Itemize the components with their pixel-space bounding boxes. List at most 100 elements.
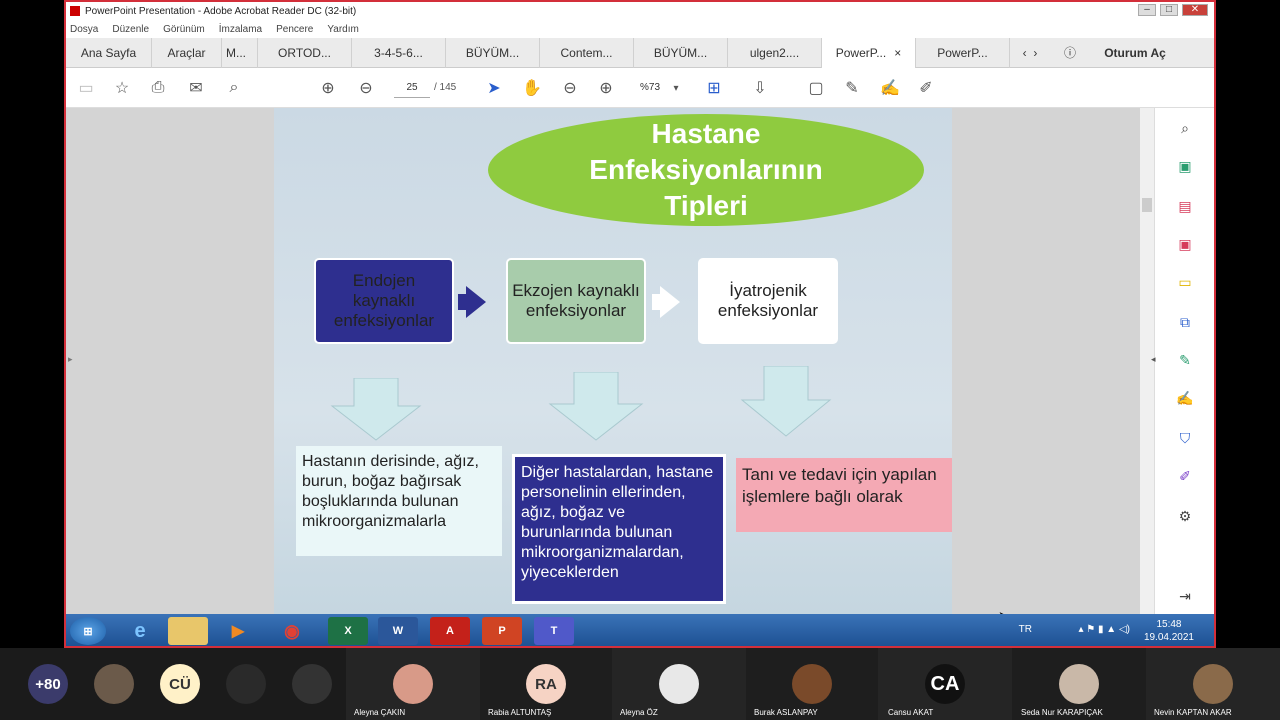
tab-tools[interactable]: Araçlar xyxy=(152,37,222,68)
tab-doc[interactable]: BÜYÜM... xyxy=(634,37,728,68)
fill-sign-icon[interactable]: ✐ xyxy=(916,78,936,98)
acrobat-taskbar-icon[interactable]: A xyxy=(430,617,470,645)
tab-doc[interactable]: BÜYÜM... xyxy=(446,37,540,68)
zoom-search-icon[interactable]: ⌕ xyxy=(1175,118,1195,138)
tab-label: Contem... xyxy=(560,45,613,60)
fill-sign-tool-icon[interactable]: ✍ xyxy=(1175,388,1195,408)
chevron-left-icon[interactable]: ‹ xyxy=(1023,46,1027,60)
chrome-icon[interactable]: ◉ xyxy=(272,617,312,645)
file-explorer-icon[interactable] xyxy=(168,617,208,645)
tab-doc[interactable]: 3-4-5-6... xyxy=(352,37,446,68)
export-pdf-icon[interactable]: ▣ xyxy=(1175,156,1195,176)
tab-label: BÜYÜM... xyxy=(465,45,520,60)
chevron-right-icon[interactable]: › xyxy=(1033,46,1037,60)
hand-tool-icon[interactable]: ✋ xyxy=(522,78,542,98)
zoom-dropdown[interactable]: %73 xyxy=(640,82,660,93)
internet-explorer-icon[interactable]: e xyxy=(120,617,160,645)
avatar xyxy=(393,664,433,704)
collapse-panel-icon[interactable]: ◂ xyxy=(1151,354,1156,365)
print-icon[interactable]: ⎙ xyxy=(148,78,168,98)
tab-scroll[interactable]: ‹ › xyxy=(1010,38,1050,68)
combine-files-icon[interactable]: ⧉ xyxy=(1175,312,1195,332)
zoom-out-icon[interactable]: ⊖ xyxy=(560,78,580,98)
tab-doc[interactable]: Contem... xyxy=(540,37,634,68)
tab-home[interactable]: Ana Sayfa xyxy=(66,37,152,68)
participant-tile[interactable] xyxy=(92,648,136,720)
avatar-initials: RA xyxy=(526,664,566,704)
maximize-button[interactable]: □ xyxy=(1160,4,1178,16)
slide-title-line1: Hastane xyxy=(651,118,761,149)
participant-tile[interactable]: Aleyna ÖZ xyxy=(612,648,746,720)
participant-tile[interactable]: Nevin KAPTAN AKAR xyxy=(1146,648,1280,720)
protect-icon[interactable]: ⛉ xyxy=(1175,428,1195,448)
tab-doc[interactable]: ORTOD... xyxy=(258,37,352,68)
expand-panel-icon[interactable]: ⇥ xyxy=(1175,586,1195,606)
star-icon[interactable]: ☆ xyxy=(112,78,132,98)
fit-page-icon[interactable]: ⊞ xyxy=(704,78,724,98)
mail-icon[interactable]: ✉ xyxy=(186,78,206,98)
tab-label: Araçlar xyxy=(167,45,206,60)
arrow-right-icon xyxy=(660,286,680,318)
participant-name: Aleyna ÖZ xyxy=(620,708,658,717)
more-tools-icon[interactable]: ⚙ xyxy=(1175,506,1195,526)
menu-help[interactable]: Yardım xyxy=(327,24,359,35)
scrollbar-thumb[interactable] xyxy=(1142,198,1152,212)
menu-window[interactable]: Pencere xyxy=(276,24,313,35)
tab-doc[interactable]: M... xyxy=(222,37,258,68)
prev-page-icon[interactable]: ⊕ xyxy=(318,78,338,98)
participant-tile[interactable]: Burak ASLANPAY xyxy=(746,648,878,720)
sign-icon[interactable]: ✍ xyxy=(880,78,900,98)
tab-active-doc[interactable]: PowerP... × xyxy=(822,37,916,68)
clock[interactable]: 15:48 19.04.2021 xyxy=(1144,618,1194,644)
comment-icon[interactable]: ▢ xyxy=(806,78,826,98)
window-title: PowerPoint Presentation - Adobe Acrobat … xyxy=(85,5,357,17)
organize-pages-icon[interactable]: ▤ xyxy=(1175,196,1195,216)
participant-tile[interactable]: Seda Nur KARAPIÇAK xyxy=(1012,648,1146,720)
participant-tile[interactable] xyxy=(290,648,334,720)
language-indicator[interactable]: TR xyxy=(1019,624,1032,635)
excel-icon[interactable]: X xyxy=(328,617,368,645)
search-icon[interactable]: ⌕ xyxy=(224,78,244,98)
powerpoint-icon[interactable]: P xyxy=(482,617,522,645)
chevron-down-icon[interactable]: ▾ xyxy=(666,78,686,98)
avatar xyxy=(659,664,699,704)
save-icon[interactable]: ▭ xyxy=(76,78,96,98)
help-icon[interactable]: ⓘ xyxy=(1050,38,1090,68)
edit-pdf-icon[interactable]: ✎ xyxy=(1175,350,1195,370)
start-button-icon[interactable]: ⊞ xyxy=(70,617,106,645)
left-panel-toggle-icon[interactable]: ▸ xyxy=(68,354,73,365)
participant-tile[interactable]: Aleyna ÇAKIN xyxy=(346,648,480,720)
menu-edit[interactable]: Düzenle xyxy=(112,24,149,35)
menu-view[interactable]: Görünüm xyxy=(163,24,205,35)
tab-doc[interactable]: ulgen2.... xyxy=(728,37,822,68)
scroll-mode-icon[interactable]: ⇩ xyxy=(750,78,770,98)
close-window-button[interactable]: ✕ xyxy=(1182,4,1208,16)
select-cursor-icon[interactable]: ➤ xyxy=(484,78,504,98)
participant-tile[interactable]: CÜ xyxy=(158,648,202,720)
menu-sign[interactable]: İmzalama xyxy=(219,24,262,35)
media-player-icon[interactable]: ▶ xyxy=(218,617,258,645)
menu-file[interactable]: Dosya xyxy=(70,24,98,35)
close-tab-icon[interactable]: × xyxy=(894,46,901,60)
sign-in-button[interactable]: Oturum Aç xyxy=(1090,38,1180,68)
highlight-icon[interactable]: ✎ xyxy=(842,78,862,98)
tray-icons[interactable]: ▴ ⚑ ▮ ▲ ◁) xyxy=(1078,624,1130,635)
next-page-icon[interactable]: ⊖ xyxy=(356,78,376,98)
signature-icon[interactable]: ✐ xyxy=(1175,466,1195,486)
zoom-in-icon[interactable]: ⊕ xyxy=(596,78,616,98)
teams-icon[interactable]: T xyxy=(534,617,574,645)
slide-title-oval: Hastane Enfeksiyonlarının Tipleri xyxy=(488,114,924,226)
page-number-input[interactable]: 25 xyxy=(394,78,430,98)
avatar-initials: CA xyxy=(925,664,965,704)
participant-name: Seda Nur KARAPIÇAK xyxy=(1021,708,1103,717)
minimize-button[interactable]: – xyxy=(1138,4,1156,16)
participant-tile[interactable]: CA Cansu AKAT xyxy=(878,648,1012,720)
word-icon[interactable]: W xyxy=(378,617,418,645)
create-pdf-icon[interactable]: ▣ xyxy=(1175,234,1195,254)
participant-tile[interactable]: RA Rabia ALTUNTAŞ xyxy=(480,648,612,720)
participants-count[interactable]: +80 xyxy=(26,648,70,720)
participant-tile[interactable] xyxy=(224,648,268,720)
tab-doc[interactable]: PowerP... xyxy=(916,37,1010,68)
comment-tool-icon[interactable]: ▭ xyxy=(1175,272,1195,292)
clock-time: 15:48 xyxy=(1156,619,1182,630)
